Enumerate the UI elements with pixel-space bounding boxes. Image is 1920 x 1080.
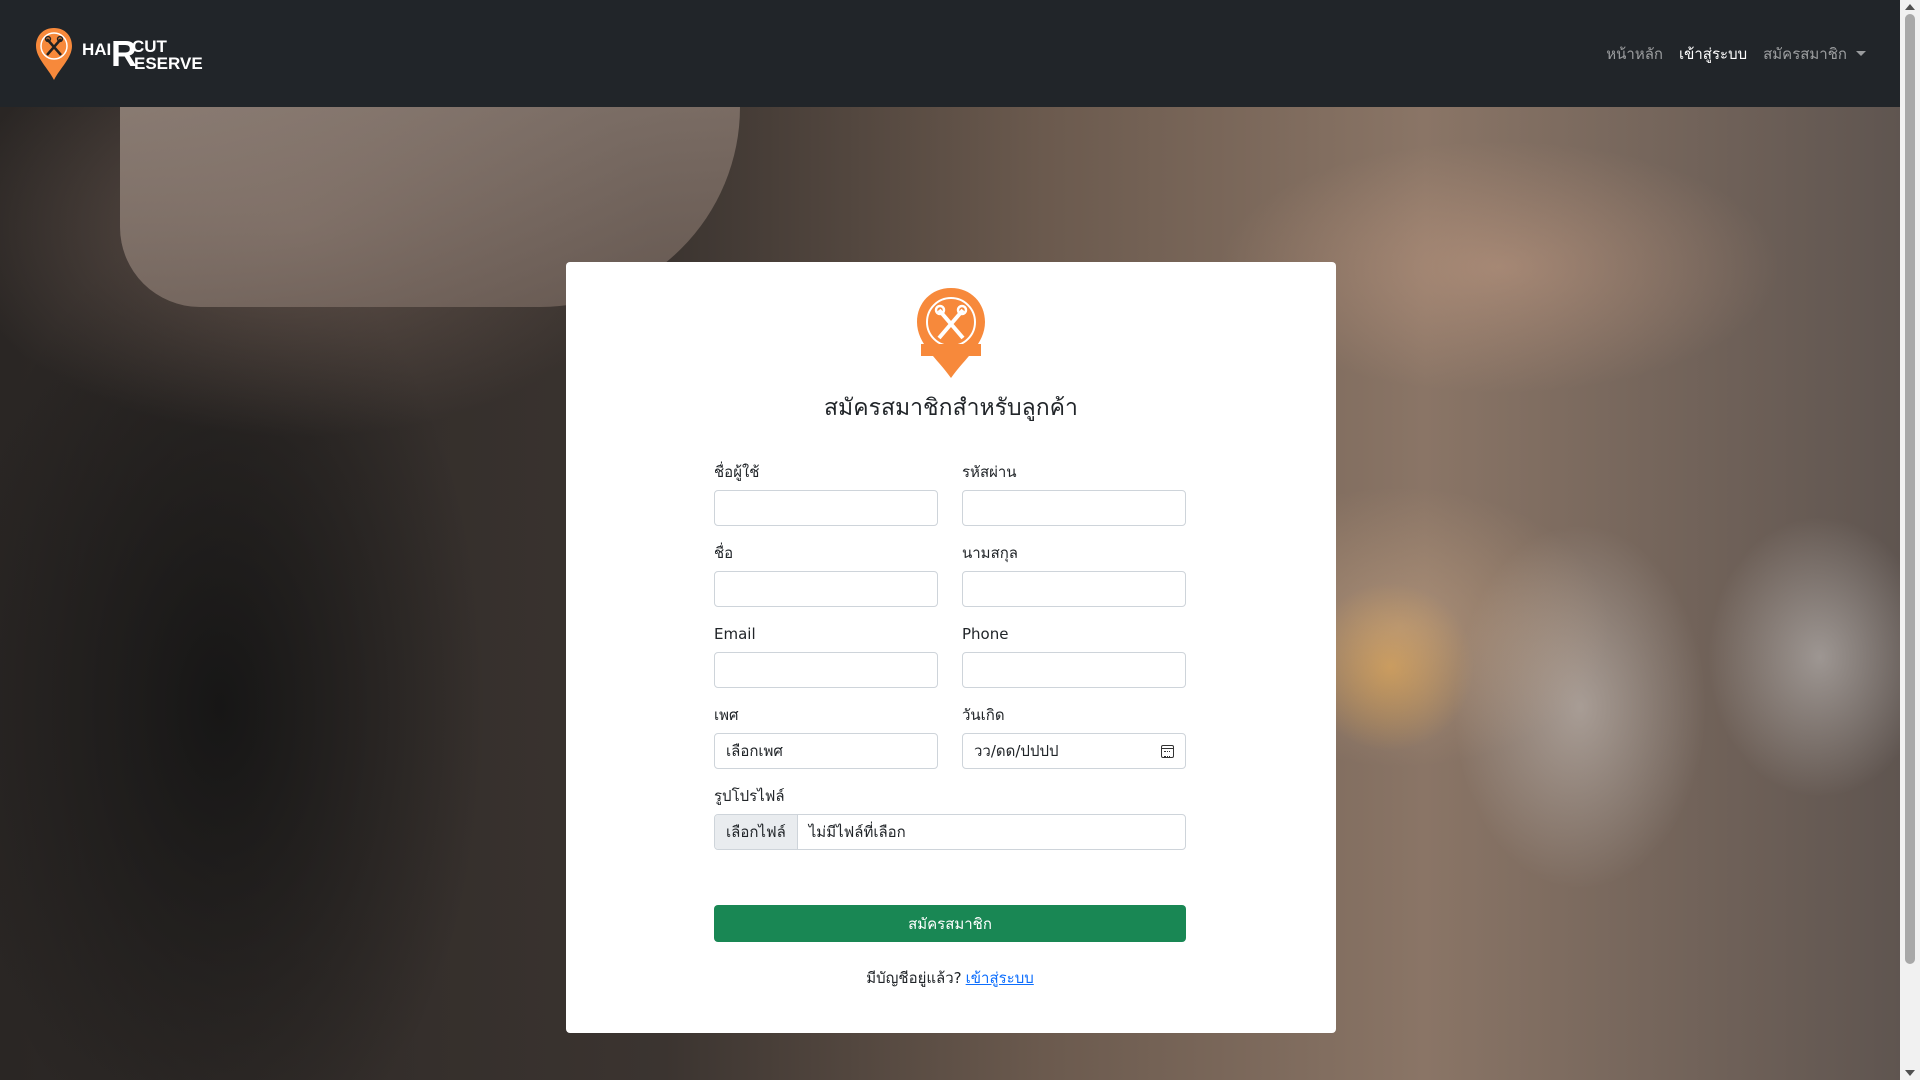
login-prompt: มีบัญชีอยู่แล้ว? เข้าสู่ระบบ — [714, 966, 1186, 990]
brand-hai: HAI — [82, 39, 112, 59]
password-label: รหัสผ่าน — [962, 463, 1017, 481]
birthdate-placeholder: วว/ดด/ปปปป — [974, 742, 1059, 760]
firstname-input[interactable] — [714, 571, 938, 607]
password-input[interactable] — [962, 490, 1186, 526]
have-account-text: มีบัญชีอยู่แล้ว? — [866, 969, 962, 987]
profile-file-input[interactable]: เลือกไฟล์ ไม่มีไฟล์ที่เลือก — [714, 814, 1186, 850]
top-navbar: HAI R CUT ESERVE หน้าหลัก เข้าสู่ระบบ สม… — [0, 0, 1900, 107]
lastname-label: นามสกุล — [962, 544, 1018, 562]
gender-label: เพศ — [714, 706, 739, 724]
login-link[interactable]: เข้าสู่ระบบ — [966, 969, 1034, 987]
page-scrollbar[interactable] — [1900, 0, 1920, 1080]
birthdate-label: วันเกิด — [962, 706, 1005, 724]
profile-image-label: รูปโปรไฟล์ — [714, 787, 785, 805]
username-label: ชื่อผู้ใช้ — [714, 463, 760, 481]
file-status-text: ไม่มีไฟล์ที่เลือก — [808, 823, 906, 841]
email-input[interactable] — [714, 652, 938, 688]
brand-wordmark: HAI R CUT ESERVE — [82, 34, 203, 74]
birthdate-input[interactable]: วว/ดด/ปปปป — [962, 733, 1186, 769]
phone-input[interactable] — [962, 652, 1186, 688]
firstname-label: ชื่อ — [714, 544, 734, 562]
register-form: ชื่อผู้ใช้ รหัสผ่าน ชื่อ นามสกุล Email P… — [714, 462, 1186, 990]
scroll-down-arrow-icon[interactable] — [1905, 1070, 1915, 1076]
scroll-up-arrow-icon[interactable] — [1905, 4, 1915, 10]
email-label: Email — [714, 625, 756, 643]
choose-file-button[interactable]: เลือกไฟล์ — [715, 815, 798, 849]
lastname-input[interactable] — [962, 571, 1186, 607]
username-input[interactable] — [714, 490, 938, 526]
nav-home-link[interactable]: หน้าหลัก — [1606, 42, 1663, 66]
nav-links: หน้าหลัก เข้าสู่ระบบ สมัครสมาชิก — [1606, 42, 1866, 66]
brand-eserve: ESERVE — [134, 53, 203, 73]
phone-label: Phone — [962, 625, 1009, 643]
scrollbar-thumb[interactable] — [1905, 14, 1915, 964]
haircut-pin-icon — [36, 27, 72, 80]
brand-cut: CUT — [132, 36, 167, 56]
brand-logo[interactable]: HAI R CUT ESERVE — [34, 26, 203, 82]
nav-login-link[interactable]: เข้าสู่ระบบ — [1679, 42, 1747, 66]
gender-select[interactable]: เลือกเพศ — [714, 733, 938, 769]
calendar-icon[interactable] — [1161, 744, 1174, 758]
nav-register-dropdown[interactable]: สมัครสมาชิก — [1763, 42, 1866, 66]
haircut-reserve-logo-icon — [917, 288, 985, 378]
page-title: สมัครสมาชิกสำหรับลูกค้า — [824, 395, 1078, 421]
register-submit-button[interactable]: สมัครสมาชิก — [714, 905, 1186, 942]
register-card: สมัครสมาชิกสำหรับลูกค้า ชื่อผู้ใช้ รหัสผ… — [566, 262, 1336, 1033]
